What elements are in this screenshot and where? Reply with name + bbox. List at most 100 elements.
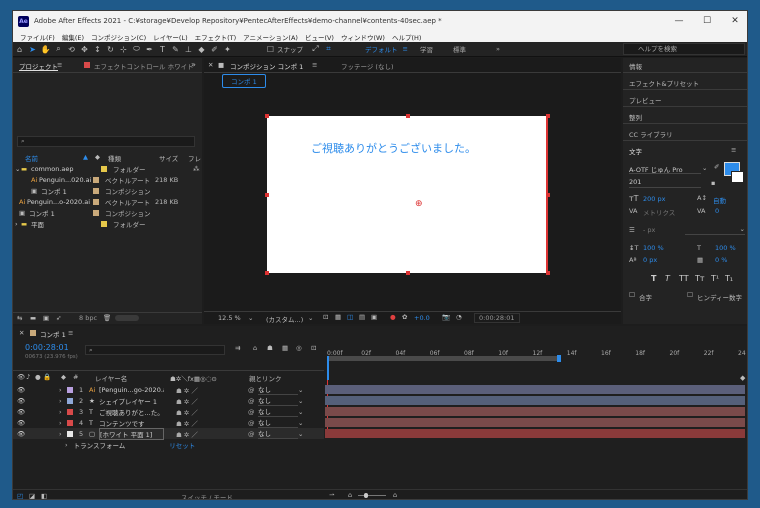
column-type[interactable]: 種類 (108, 153, 121, 163)
footage-tab[interactable]: フッテージ (なし) (341, 61, 394, 71)
comp-menu-icon[interactable]: ≡ (312, 61, 317, 69)
tracking-value[interactable]: 0 (715, 207, 719, 215)
timeline-menu-icon[interactable]: ≡ (68, 329, 73, 337)
expand-icon[interactable]: › (59, 386, 67, 394)
workspace-default[interactable]: デフォルト (365, 44, 398, 54)
eye-icon[interactable]: 👁 (17, 386, 29, 394)
pickwhip-icon[interactable]: @ (248, 408, 258, 416)
expand-icon[interactable]: › (59, 419, 67, 427)
guides-icon[interactable]: ▤ (359, 313, 365, 321)
clone-tool-icon[interactable]: ⊥ (182, 43, 195, 56)
home-icon[interactable]: ⌂ (13, 43, 26, 56)
label-swatch[interactable] (67, 430, 73, 437)
orbit-tool-icon[interactable]: ⟲ (65, 43, 78, 56)
list-item[interactable]: Ai Penguin...020.ai ベクトルアート 218 KB (13, 174, 202, 185)
minimize-icon[interactable]: — (665, 11, 693, 31)
rotate-tool-icon[interactable]: ↻ (104, 43, 117, 56)
resolution-chevron-icon[interactable]: ⌄ (308, 314, 313, 322)
leading-value[interactable]: 自動 (713, 195, 726, 205)
font-chevron-icon[interactable]: ⌄ (702, 164, 707, 172)
new-comp-icon[interactable]: ▣ (43, 314, 49, 322)
chevron-down-icon[interactable]: ⌄ (298, 397, 303, 405)
anchor-tool-icon[interactable]: ⊹ (117, 43, 130, 56)
layer-name-header[interactable]: レイヤー名 (95, 373, 127, 383)
new-folder-icon[interactable]: ▬ (30, 314, 36, 322)
menu-layer[interactable]: レイヤー(L) (153, 32, 188, 42)
menu-effect[interactable]: エフェクト(T) (195, 32, 237, 42)
render-icon[interactable]: ➶ (56, 314, 61, 322)
parent-dropdown[interactable]: なし (258, 428, 298, 439)
workspace-standard[interactable]: 標準 (453, 44, 466, 54)
effects-presets-tab[interactable]: エフェクト&プリセット (629, 78, 699, 88)
chevron-down-icon[interactable]: ⌄ (298, 386, 303, 394)
label-swatch[interactable] (67, 419, 73, 426)
layer-name[interactable]: コンテンツです (99, 418, 164, 428)
snap-grid-icon[interactable]: ⌗ (322, 43, 335, 56)
swap-colors-icon[interactable]: ▪ (711, 179, 715, 187)
layer-row[interactable]: 👁 › 4 T コンテンツです ☗ ✲ ／ @ なし ⌄ (13, 417, 324, 428)
menu-window[interactable]: ウィンドウ(W) (341, 32, 385, 42)
layer-duration-bar[interactable] (325, 418, 745, 427)
label-swatch[interactable] (67, 386, 73, 393)
puppet-tool-icon[interactable]: ✦ (221, 43, 234, 56)
list-item[interactable]: › ▬ 平面 フォルダー (13, 218, 202, 229)
stroke-color-swatch[interactable] (731, 171, 744, 183)
selection-tool-icon[interactable]: ➤ (26, 43, 39, 56)
composition-canvas[interactable]: ご視聴ありがとうございました。 (267, 116, 548, 273)
eraser-tool-icon[interactable]: ◆ (195, 43, 208, 56)
parent-dropdown[interactable]: なし (258, 417, 298, 428)
workspace-learn[interactable]: 学習 (420, 44, 433, 54)
in-out-icon[interactable]: ◧ (41, 492, 47, 499)
eye-icon[interactable]: 👁 (17, 397, 29, 405)
layer-switches[interactable]: ☗ ✲ ／ (176, 385, 224, 395)
menu-animation[interactable]: アニメーション(A) (243, 32, 298, 42)
close-icon[interactable]: ✕ (721, 11, 747, 31)
eye-icon[interactable]: 👁 (17, 419, 29, 427)
align-tab[interactable]: 整列 (629, 112, 642, 122)
switch-mode-toggle[interactable]: スイッチ / モード (181, 492, 233, 499)
transparency-grid-icon[interactable]: ▦ (335, 313, 341, 321)
faux-italic-button[interactable]: T (665, 274, 670, 283)
expand-icon[interactable]: › (59, 408, 67, 416)
maximize-icon[interactable]: ☐ (693, 11, 721, 31)
transform-handle[interactable] (546, 114, 550, 118)
lock-icon[interactable]: ■ (218, 61, 224, 69)
menu-edit[interactable]: 編集(E) (62, 32, 84, 42)
eyedropper-icon[interactable]: ✐ (714, 163, 719, 171)
current-time-field[interactable]: 0:00:28:01 (474, 313, 520, 323)
project-tab[interactable]: プロジェクト (19, 61, 58, 71)
zoom-tool-icon[interactable]: ⌕ (52, 43, 65, 56)
zoom-slider-track[interactable] (358, 495, 386, 496)
composition-tab[interactable]: コンポジション コンポ 1 (230, 61, 303, 71)
layer-duration-bar[interactable] (325, 407, 745, 416)
mask-visibility-icon[interactable]: ◫ (347, 313, 353, 321)
zoom-slider-handle[interactable] (364, 493, 368, 498)
chevron-down-icon[interactable]: ⌄ (298, 419, 303, 427)
column-fl[interactable]: フレ (188, 153, 201, 163)
horizontal-scale-value[interactable]: 100 % (715, 244, 736, 252)
motion-blur-icon[interactable]: ◎ (296, 344, 302, 352)
comp-end-icon[interactable]: ◆ (740, 374, 745, 382)
project-menu-icon[interactable]: ≡ (57, 61, 62, 69)
transform-row[interactable]: › トランスフォーム リセット (13, 439, 324, 450)
snap-option-icon[interactable]: ⤢ (309, 43, 322, 56)
layer-row[interactable]: 👁 › 2 ★ シェイプレイヤー 1 ☗ ✲ ／ @ なし ⌄ (13, 395, 324, 406)
snap-checkbox[interactable]: ☐ (264, 43, 277, 56)
comp-flowchart-icon[interactable]: ⇉ (235, 344, 240, 352)
layer-duration-bar[interactable] (325, 385, 745, 394)
workspace-menu-icon[interactable]: ≡ (403, 45, 408, 53)
pickwhip-icon[interactable]: @ (248, 386, 258, 394)
font-style-dropdown[interactable]: 201 (629, 178, 701, 188)
more-workspaces-icon[interactable]: » (496, 45, 500, 53)
layer-duration-bar[interactable] (325, 396, 745, 405)
help-search-input[interactable]: ヘルプを検索 (623, 43, 745, 55)
layer-switches[interactable]: ☗ ✲ ／ (176, 396, 224, 406)
zoom-dropdown[interactable]: 12.5 % (218, 314, 241, 322)
small-caps-button[interactable]: Tт (695, 274, 705, 283)
layer-row[interactable]: 👁 › 1 Ai [Penguin...go-2020.ai] ☗ ✲ ／ @ なし ⌄ (13, 384, 324, 395)
list-item[interactable]: ⌄ ▬ common.aep フォルダー ⁂ (13, 163, 202, 174)
font-size-value[interactable]: 200 px (643, 195, 665, 203)
menu-composition[interactable]: コンポジション(C) (91, 32, 146, 42)
layer-name[interactable]: [ホワイト 平面 1] (99, 427, 164, 440)
transform-handle[interactable] (546, 193, 550, 197)
